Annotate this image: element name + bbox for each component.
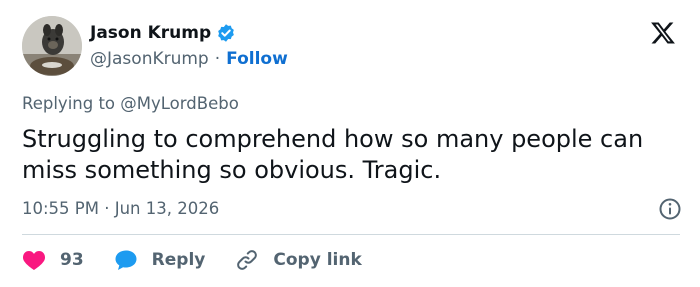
replying-to: Replying to @MyLordBebo xyxy=(22,94,239,113)
display-name-row: Jason Krump xyxy=(90,21,288,45)
replying-prefix: Replying to xyxy=(22,94,121,113)
timestamp[interactable]: 10:55 PM · Jun 13, 2026 xyxy=(22,199,219,218)
copy-link-label: Copy link xyxy=(273,250,362,270)
display-name[interactable]: Jason Krump xyxy=(90,23,211,43)
like-count: 93 xyxy=(60,250,84,270)
heart-icon xyxy=(22,251,46,270)
reply-button[interactable]: Reply xyxy=(114,249,206,271)
handle[interactable]: @JasonKrump xyxy=(90,49,209,69)
author-names: Jason Krump @JasonKrump · Follow xyxy=(90,21,288,69)
info-icon[interactable] xyxy=(658,197,682,221)
separator: · xyxy=(214,49,221,69)
copy-link-button[interactable]: Copy link xyxy=(235,248,362,272)
avatar-image xyxy=(22,16,82,76)
avatar[interactable] xyxy=(22,16,82,76)
like-button[interactable]: 93 xyxy=(22,249,84,271)
action-bar: 93 Reply Copy link xyxy=(22,247,392,273)
x-logo-icon[interactable] xyxy=(650,20,676,46)
reply-bubble-icon xyxy=(115,250,137,270)
follow-button[interactable]: Follow xyxy=(226,49,288,69)
tweet-header: Jason Krump @JasonKrump · Follow xyxy=(22,16,678,76)
link-icon xyxy=(237,250,258,270)
handle-row: @JasonKrump · Follow xyxy=(90,49,288,69)
tweet-text: Struggling to comprehend how so many peo… xyxy=(22,125,644,184)
verified-badge-icon xyxy=(216,23,236,43)
divider xyxy=(22,234,680,235)
reply-label: Reply xyxy=(151,250,206,270)
replying-to-handle[interactable]: @MyLordBebo xyxy=(120,94,239,113)
